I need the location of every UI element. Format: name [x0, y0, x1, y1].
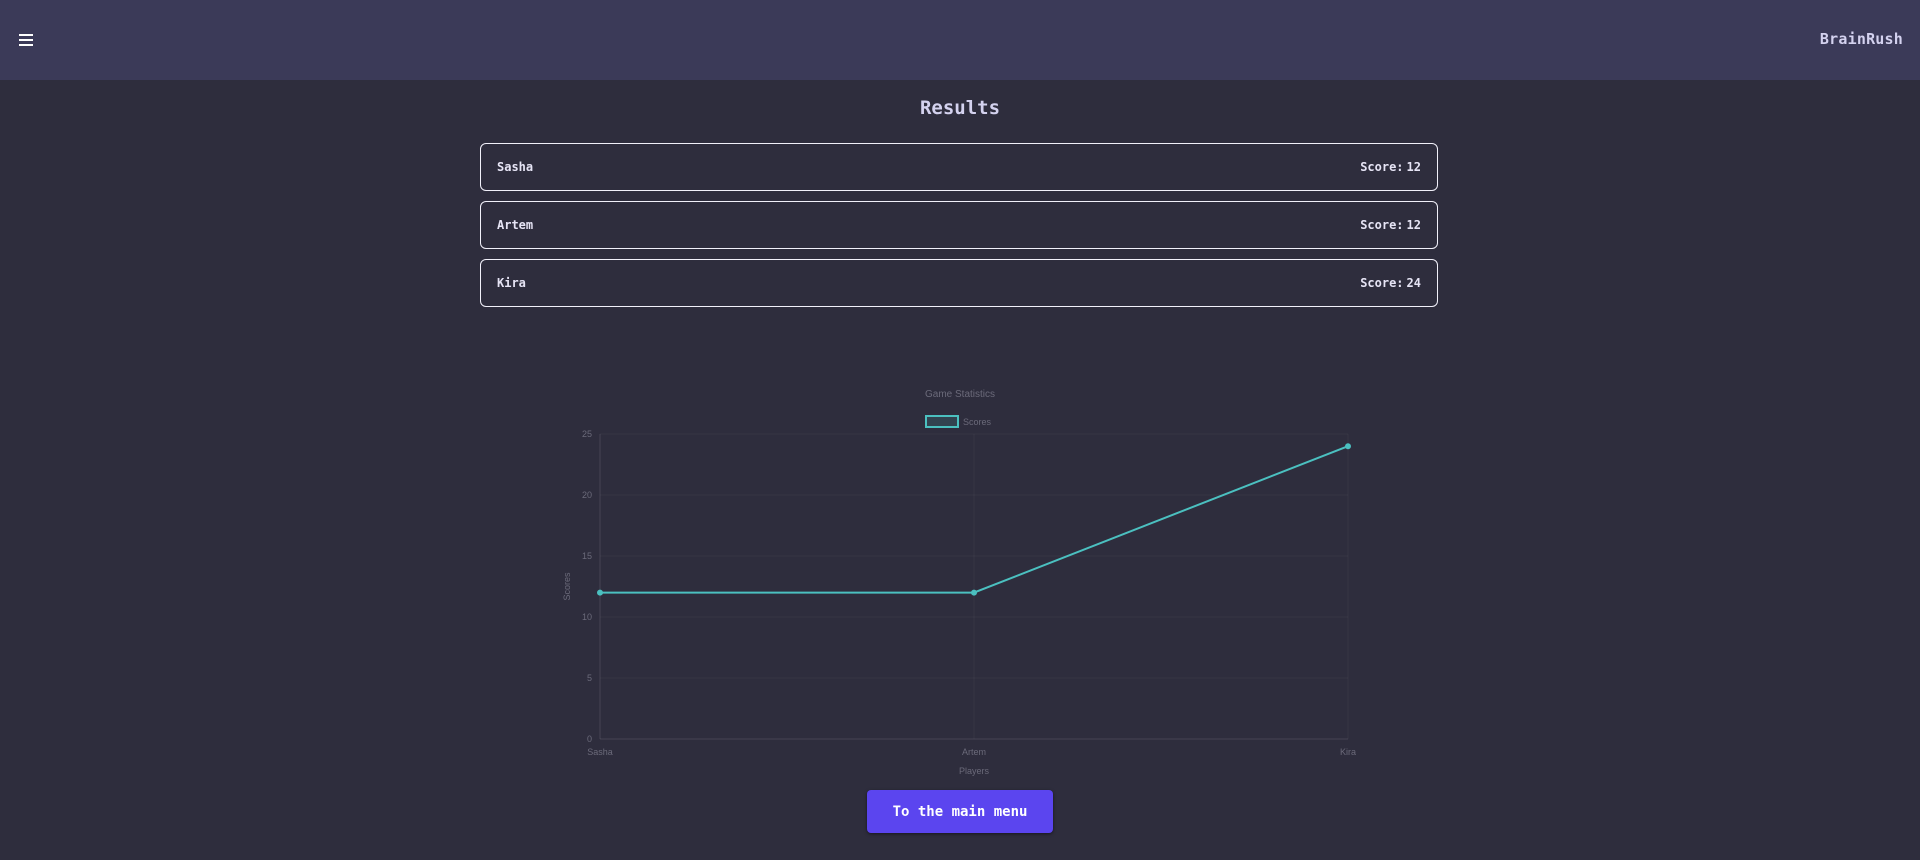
page-title: Results [919, 97, 1001, 119]
score-label: Score: [1360, 218, 1404, 232]
y-axis-title: Scores [562, 572, 572, 601]
result-row-sasha: Sasha Score: 12 [480, 143, 1438, 191]
y-tick-label: 25 [582, 429, 592, 439]
legend-swatch [925, 415, 959, 428]
y-tick-label: 20 [582, 490, 592, 500]
result-row-kira: Kira Score: 24 [480, 259, 1438, 307]
player-score: Score: 24 [1360, 276, 1421, 290]
data-point [597, 589, 603, 596]
y-tick-label: 0 [587, 734, 592, 744]
data-point [1345, 443, 1351, 450]
player-score: Score: 12 [1360, 160, 1421, 174]
score-label: Score: [1360, 160, 1404, 174]
y-tick-label: 5 [587, 673, 592, 683]
result-row-artem: Artem Score: 12 [480, 201, 1438, 249]
y-tick-label: 10 [582, 612, 592, 622]
score-value: 24 [1406, 276, 1421, 290]
player-score: Score: 12 [1360, 218, 1421, 232]
top-bar: BrainRush [0, 0, 1920, 80]
game-statistics-chart: Game Statistics Scores 0 5 10 15 20 25 Sasha Arte… [540, 380, 1380, 780]
score-value: 12 [1406, 160, 1421, 174]
hamburger-menu-icon[interactable] [16, 30, 36, 50]
player-name: Sasha [497, 160, 534, 174]
brand-logo-text[interactable]: BrainRush [1820, 30, 1903, 48]
chart-title: Game Statistics [925, 389, 995, 400]
x-axis-title: Players [959, 766, 990, 776]
player-name: Artem [497, 218, 534, 232]
y-tick-label: 15 [582, 551, 592, 561]
data-point [971, 589, 977, 596]
player-name: Kira [497, 276, 526, 290]
score-label: Score: [1360, 276, 1404, 290]
legend-label: Scores [963, 417, 992, 427]
main-menu-button[interactable]: To the main menu [867, 790, 1053, 833]
x-tick-label: Kira [1340, 747, 1356, 757]
score-value: 12 [1406, 218, 1421, 232]
x-tick-label: Sasha [587, 747, 613, 757]
line-chart: Game Statistics Scores 0 5 10 15 20 25 Sasha Arte… [562, 389, 1356, 776]
x-tick-label: Artem [962, 747, 986, 757]
